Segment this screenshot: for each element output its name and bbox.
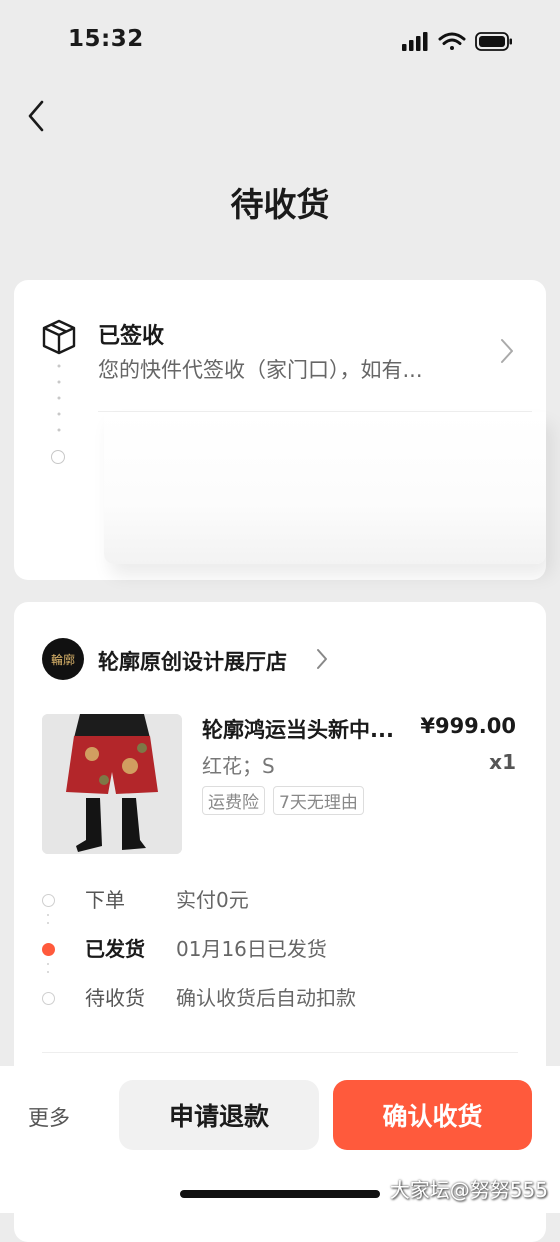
tag-shipping-insurance: 运费险 bbox=[202, 786, 265, 815]
product-name[interactable]: 轮廓鸿运当头新中... bbox=[202, 714, 394, 744]
status-bar: 15:32 bbox=[0, 0, 560, 84]
shop-name[interactable]: 轮廓原创设计展厅店 bbox=[98, 646, 287, 676]
product-quantity: x1 bbox=[489, 750, 516, 774]
product-image[interactable] bbox=[42, 714, 182, 854]
step-dot bbox=[42, 992, 55, 1005]
tracking-placeholder bbox=[104, 412, 546, 564]
status-icons bbox=[402, 31, 514, 57]
page-title: 待收货 bbox=[230, 185, 330, 224]
tracking-description: 您的快件代签收（家门口），如有... bbox=[98, 358, 423, 382]
step-ordered: 下单 实付0元 bbox=[42, 884, 522, 933]
more-button[interactable]: 更多 bbox=[28, 1102, 70, 1132]
refund-button[interactable]: 申请退款 bbox=[119, 1080, 319, 1150]
step-detail: 确认收货后自动扣款 bbox=[176, 986, 356, 1010]
step-label: 待收货 bbox=[85, 986, 145, 1010]
chevron-right-icon bbox=[500, 338, 514, 368]
tracking-timeline-dots bbox=[57, 364, 61, 448]
watermark: 大家坛@努努555 bbox=[389, 1178, 548, 1202]
tracking-step-circle bbox=[51, 450, 65, 464]
back-button[interactable] bbox=[22, 96, 54, 136]
chevron-left-icon bbox=[28, 100, 44, 132]
tracking-status-title: 已签收 bbox=[98, 324, 165, 349]
status-time: 15:32 bbox=[68, 26, 144, 52]
order-divider bbox=[42, 1052, 518, 1053]
step-dot bbox=[42, 894, 55, 907]
wifi-icon bbox=[438, 32, 466, 50]
confirm-receipt-button[interactable]: 确认收货 bbox=[333, 1080, 532, 1150]
tag-7-day-return: 7天无理由 bbox=[273, 786, 364, 815]
step-shipped: 已发货 01月16日已发货 bbox=[42, 933, 522, 982]
shop-logo[interactable]: 輪廓 bbox=[42, 638, 84, 680]
chevron-right-icon[interactable] bbox=[316, 648, 328, 674]
step-label: 下单 bbox=[85, 888, 125, 912]
step-awaiting-receipt: 待收货 确认收货后自动扣款 bbox=[42, 982, 522, 1031]
home-indicator[interactable] bbox=[180, 1190, 380, 1198]
product-variant: 红花；S bbox=[202, 754, 275, 778]
step-label: 已发货 bbox=[85, 937, 145, 961]
step-dot-active bbox=[42, 943, 55, 956]
step-detail: 01月16日已发货 bbox=[176, 937, 327, 961]
tracking-card[interactable]: 已签收 您的快件代签收（家门口），如有... bbox=[14, 280, 546, 580]
battery-icon bbox=[475, 32, 512, 51]
package-icon bbox=[40, 318, 78, 360]
step-detail: 实付0元 bbox=[176, 888, 249, 912]
order-steps: 下单 实付0元 已发货 01月16日已发货 待收货 确认收货后自动扣款 bbox=[42, 884, 522, 1031]
product-price: ¥999.00 bbox=[420, 714, 516, 738]
signal-icon bbox=[402, 32, 428, 51]
product-tags: 运费险 7天无理由 bbox=[202, 786, 364, 815]
bottom-action-bar: 更多 申请退款 确认收货 大家坛@努努555 bbox=[0, 1066, 560, 1213]
